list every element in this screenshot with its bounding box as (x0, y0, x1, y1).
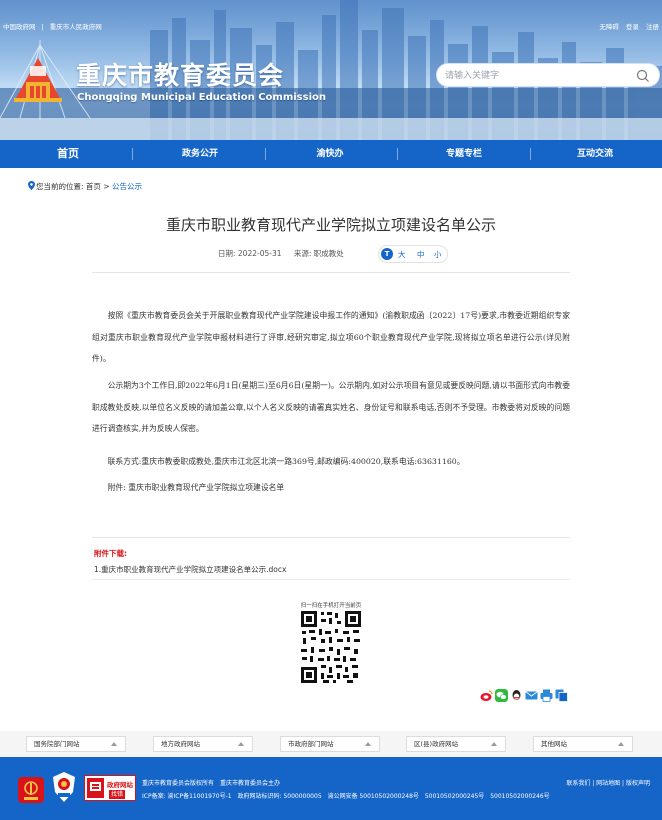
gov-badge-icon (87, 778, 104, 798)
header-banner: 中国政府网 | 重庆市人民政府网 无障碍 登录 注册 重庆市教育委员会 Chongq… (0, 0, 662, 140)
article-source: 来源: 职成教处 (293, 249, 344, 258)
nav-item-special-topics[interactable]: 专题专栏 (414, 140, 514, 168)
font-size-large[interactable]: 大 (398, 249, 406, 260)
top-link-gov[interactable]: 中国政府网 (3, 23, 36, 31)
article-paragraph: 联系方式:重庆市教委职成教处,重庆市江北区北滨一路369号,邮政编码:40002… (107, 457, 465, 466)
article-paragraph: 公示期为3个工作日,即2022年6月1日(星期三)至6月6日(星期一)。公示期内… (92, 381, 570, 433)
caret-up-icon (365, 742, 371, 746)
copy-icon[interactable] (555, 689, 568, 702)
site-select-label: 市政府部门网站 (288, 740, 334, 748)
site-select-state-council[interactable]: 国务院部门网站 (26, 736, 126, 752)
nav-divider (132, 148, 133, 160)
footer-links[interactable]: 联系我们 | 网站地图 | 版权声明 (566, 778, 650, 787)
attachment-heading: 附件下载: (94, 549, 127, 558)
gov-badge-title: 政府网站 (107, 781, 133, 789)
site-select-label: 国务院部门网站 (34, 740, 80, 748)
site-select-label: 地方政府网站 (161, 740, 200, 748)
top-link-cq-gov[interactable]: 重庆市人民政府网 (50, 23, 102, 31)
caret-up-icon (618, 742, 624, 746)
gov-site-error-badge[interactable]: 政府网站 找错 (84, 775, 136, 801)
top-link-separator: | (41, 23, 44, 31)
qq-icon[interactable] (510, 689, 523, 702)
attachment-link[interactable]: 1.重庆市职业教育现代产业学院拟立项建设名单公示.docx (94, 564, 286, 575)
footer-icp[interactable]: ICP备案: 渝ICP备11001970号-1 (142, 793, 232, 800)
breadcrumb-separator: > (103, 182, 110, 191)
font-size-small[interactable]: 小 (434, 249, 442, 260)
nav-item-gov-affairs[interactable]: 政务公开 (150, 140, 250, 168)
nav-divider (397, 148, 398, 160)
print-icon[interactable] (540, 689, 553, 702)
divider (92, 537, 570, 538)
main-nav: 首页 政务公开 渝快办 专题专栏 互动交流 (0, 140, 662, 168)
site-select-city-dept[interactable]: 市政府部门网站 (280, 736, 380, 752)
footer-police-record[interactable]: 50010502000246号 (490, 793, 549, 800)
breadcrumb-current[interactable]: 公告公示 (112, 182, 142, 191)
footer-copyright-owner: 重庆市教育委员会版权所有 (142, 780, 215, 787)
font-size-medium[interactable]: 中 (417, 249, 425, 260)
commission-logo-icon[interactable] (10, 52, 66, 104)
qr-caption: 扫一扫在手机打开当前页 (300, 603, 362, 609)
breadcrumb-prefix: 您当前的位置: (36, 182, 84, 191)
site-select-label: 区(县)政府网站 (414, 740, 459, 748)
nav-item-home[interactable]: 首页 (20, 140, 116, 168)
gov-badge-action: 找错 (109, 790, 126, 799)
divider (92, 272, 570, 273)
wechat-icon[interactable] (495, 689, 508, 702)
footer: 政府网站 找错 重庆市教育委员会版权所有 重庆市教育委员会主办 ICP备案: 渝… (0, 757, 662, 820)
caret-up-icon (238, 742, 244, 746)
nav-divider (530, 148, 531, 160)
qr-code-icon (299, 609, 363, 685)
site-select-label: 其他网站 (541, 740, 567, 748)
caret-up-icon (111, 742, 117, 746)
weibo-icon[interactable] (480, 689, 493, 702)
register-link[interactable]: 注册 (646, 23, 659, 31)
site-title: 重庆市教育委员会 (76, 61, 285, 90)
party-emblem-icon[interactable] (18, 777, 44, 803)
caret-up-icon (491, 742, 497, 746)
search-icon[interactable] (636, 69, 650, 83)
police-badge-icon[interactable] (53, 772, 75, 802)
footer-police-record[interactable]: 渝公网安备 50010502000248号 (328, 793, 419, 800)
article-meta: 日期: 2022-05-31 来源: 职成教处 (218, 245, 354, 263)
site-select-district[interactable]: 区(县)政府网站 (406, 736, 506, 752)
accessibility-link[interactable]: 无障碍 (599, 23, 619, 31)
article-title: 重庆市职业教育现代产业学院拟立项建设名单公示 (165, 216, 496, 234)
footer-registration: ICP备案: 渝ICP备11001970号-1 政府网站标识码: 5000000… (142, 791, 554, 800)
site-select-local-gov[interactable]: 地方政府网站 (153, 736, 253, 752)
nav-divider (265, 148, 266, 160)
location-pin-icon (28, 181, 35, 190)
article-date: 日期: 2022-05-31 (218, 249, 282, 258)
footer-police-record[interactable]: 50010502000245号 (425, 793, 484, 800)
mail-icon[interactable] (525, 689, 538, 702)
footer-sponsor: 重庆市教育委员会主办 (219, 780, 280, 787)
nav-item-interaction[interactable]: 互动交流 (545, 140, 645, 168)
footer-site-code: 政府网站标识码: 5000000005 (237, 793, 322, 800)
search-box (436, 63, 660, 87)
breadcrumb: 您当前的位置: 首页 > 公告公示 (28, 181, 142, 192)
footer-copyright: 重庆市教育委员会版权所有 重庆市教育委员会主办 (142, 778, 284, 787)
site-links-bar: 国务院部门网站 地方政府网站 市政府部门网站 区(县)政府网站 其他网站 (0, 731, 662, 757)
top-links: 中国政府网 | 重庆市人民政府网 (3, 21, 108, 31)
font-size-icon: T (381, 248, 393, 260)
breadcrumb-home[interactable]: 首页 (86, 182, 101, 191)
site-select-other[interactable]: 其他网站 (533, 736, 633, 752)
font-size-switcher: T 大 中 小 (378, 245, 448, 263)
article-paragraph: 按照《重庆市教育委员会关于开展职业教育现代产业学院建设申报工作的通知》(渝教职成… (92, 311, 570, 363)
site-title-en: Chongqing Municipal Education Commission (77, 92, 326, 103)
article-paragraph: 附件: 重庆市职业教育现代产业学院拟立项建设名单 (107, 483, 285, 492)
divider (92, 579, 570, 580)
login-link[interactable]: 登录 (626, 23, 639, 31)
search-input[interactable] (445, 68, 625, 83)
user-links: 无障碍 登录 注册 (594, 21, 659, 31)
nav-item-yukuaiban[interactable]: 渝快办 (280, 140, 380, 168)
